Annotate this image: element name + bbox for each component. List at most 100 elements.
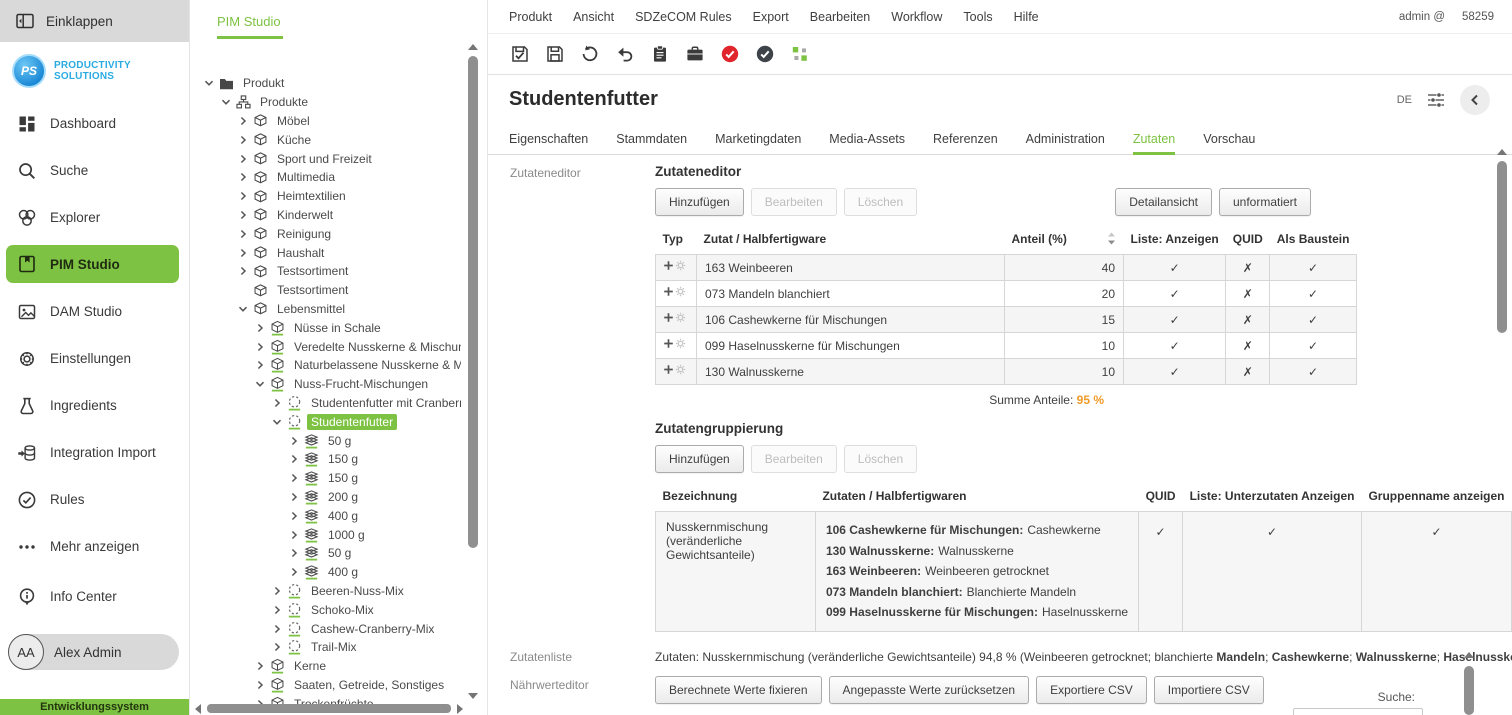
tree-node-beeren-nuss-mix[interactable]: Beeren-Nuss-Mix [194,582,461,601]
sidebar-item-einstellungen[interactable]: Einstellungen [0,335,189,382]
tree-node-lebensmittel[interactable]: Lebensmittel [194,300,461,319]
unformatiert-button[interactable]: unformatiert [1219,188,1311,216]
tree-node-produkt[interactable]: Produkt [194,74,461,93]
ingredient-row-073-mandeln-blanchiert[interactable]: 073 Mandeln blanchiert20✓✗✓ [656,281,1357,307]
scroll-up-arrow[interactable] [468,44,478,50]
ingredient-row-130-walnusskerne[interactable]: 130 Walnusskerne10✓✗✓ [656,359,1357,385]
menu-tools[interactable]: Tools [963,10,992,24]
tree-vertical-scrollbar[interactable] [467,44,479,699]
sidebar-item-explorer[interactable]: Explorer [0,194,189,241]
chevron-down-icon[interactable] [219,95,233,109]
grouping-row[interactable]: Nusskernmischung (veränderliche Gewichts… [656,512,1512,632]
tree-node-saaten-getreide-sonstiges[interactable]: Saaten, Getreide, Sonstiges [194,676,461,695]
tab-referenzen[interactable]: Referenzen [933,126,998,155]
scroll-left-arrow[interactable] [195,704,201,714]
ingredient-row-099-haselnusskerne-für-mischungen[interactable]: 099 Haselnusskerne für Mischungen10✓✗✓ [656,333,1357,359]
sidebar-item-pim-studio[interactable]: PIM Studio [6,245,179,283]
tree-node-reinigung[interactable]: Reinigung [194,224,461,243]
tree-node-produkte[interactable]: Produkte [194,93,461,112]
chevron-right-icon[interactable] [236,264,250,278]
chevron-right-icon[interactable] [253,659,267,673]
tree-node-testsortiment[interactable]: Testsortiment [194,262,461,281]
tree-node-nüsse-in-schale[interactable]: Nüsse in Schale [194,318,461,337]
chevron-right-icon[interactable] [270,603,284,617]
chevron-right-icon[interactable] [287,528,301,542]
sidebar-item-dashboard[interactable]: Dashboard [0,100,189,147]
tree-horizontal-scrollbar[interactable] [195,703,463,714]
tree-node-multimedia[interactable]: Multimedia [194,168,461,187]
sidebar-item-rules[interactable]: Rules [0,476,189,523]
sidebar-item-integration-import[interactable]: Integration Import [0,429,189,476]
scrollbar-thumb[interactable] [1497,161,1507,333]
tree-node-veredelte-nusskerne-mischungen[interactable]: Veredelte Nusskerne & Mischungen [194,337,461,356]
scroll-right-arrow[interactable] [457,704,463,714]
sidebar-item-mehr-anzeigen[interactable]: Mehr anzeigen [0,523,189,570]
menu-sdzecom-rules[interactable]: SDZeCOM Rules [635,10,732,24]
tree-node-kinderwelt[interactable]: Kinderwelt [194,206,461,225]
chevron-right-icon[interactable] [270,584,284,598]
chevron-right-icon[interactable] [287,546,301,560]
menu-ansicht[interactable]: Ansicht [573,10,614,24]
tree-node-naturbelassene-nusskerne-mischungen[interactable]: Naturbelassene Nusskerne & Mischungen [194,356,461,375]
importiere-csv-button[interactable]: Importiere CSV [1154,676,1264,704]
bearbeiten-button[interactable]: Bearbeiten [751,445,837,473]
status-ok-button[interactable] [753,43,776,66]
tree-node-200-g[interactable]: 200 g [194,488,461,507]
chevron-right-icon[interactable] [236,208,250,222]
scroll-up-arrow[interactable] [1464,652,1474,658]
scroll-down-arrow[interactable] [468,693,478,699]
chevron-right-icon[interactable] [287,565,301,579]
scrollbar-thumb[interactable] [207,704,451,713]
search-input[interactable] [1293,708,1423,715]
col-anteil[interactable]: Anteil (%) [1005,228,1124,255]
tree-node-schoko-mix[interactable]: Schoko-Mix [194,600,461,619]
chevron-right-icon[interactable] [270,622,284,636]
exportiere-csv-button[interactable]: Exportiere CSV [1036,676,1147,704]
tree-node-küche[interactable]: Küche [194,130,461,149]
tree-node-möbel[interactable]: Möbel [194,112,461,131]
tree-node-nuss-frucht-mischungen[interactable]: Nuss-Frucht-Mischungen [194,375,461,394]
menu-workflow[interactable]: Workflow [891,10,942,24]
chevron-down-icon[interactable] [270,415,284,429]
main-vertical-scrollbar[interactable] [1496,149,1508,709]
chevron-right-icon[interactable] [287,434,301,448]
tree-node-haushalt[interactable]: Haushalt [194,243,461,262]
chevron-down-icon[interactable] [253,377,267,391]
tree-node-studentenfutter[interactable]: Studentenfutter [194,412,461,431]
chevron-right-icon[interactable] [270,396,284,410]
tab-media-assets[interactable]: Media-Assets [829,126,905,155]
briefcase-button[interactable] [683,43,706,66]
berechnete-werte-fixieren-button[interactable]: Berechnete Werte fixieren [655,676,822,704]
chevron-right-icon[interactable] [236,170,250,184]
user-menu[interactable]: AA Alex Admin [8,634,179,670]
menu-export[interactable]: Export [753,10,789,24]
language-selector[interactable]: DE [1397,94,1412,106]
scrollbar-thumb[interactable] [468,56,478,548]
sidebar-item-dam-studio[interactable]: DAM Studio [0,288,189,335]
tree-node-50-g[interactable]: 50 g [194,544,461,563]
status-error-button[interactable] [718,43,741,66]
chevron-right-icon[interactable] [253,340,267,354]
ingredient-row-106-cashewkerne-für-mischungen[interactable]: 106 Cashewkerne für Mischungen15✓✗✓ [656,307,1357,333]
tree-node-heimtextilien[interactable]: Heimtextilien [194,187,461,206]
tab-administration[interactable]: Administration [1026,126,1105,155]
sidebar-item-info-center[interactable]: Info Center [0,573,189,620]
tab-zutaten[interactable]: Zutaten [1133,126,1175,155]
chevron-right-icon[interactable] [287,509,301,523]
tab-vorschau[interactable]: Vorschau [1203,126,1255,155]
refresh-button[interactable] [578,43,601,66]
chevron-right-icon[interactable] [253,678,267,692]
structure-button[interactable] [788,43,811,66]
save-all-button[interactable] [508,43,531,66]
chevron-right-icon[interactable] [236,152,250,166]
back-button[interactable] [1460,85,1490,115]
sliders-icon[interactable] [1427,92,1445,108]
chevron-right-icon[interactable] [236,189,250,203]
chevron-right-icon[interactable] [236,114,250,128]
tree-node-testsortiment[interactable]: Testsortiment [194,281,461,300]
sidebar-item-suche[interactable]: Suche [0,147,189,194]
chevron-right-icon[interactable] [236,227,250,241]
tree-node-sport-und-freizeit[interactable]: Sport und Freizeit [194,149,461,168]
tab-eigenschaften[interactable]: Eigenschaften [509,126,588,155]
tree-node-150-g[interactable]: 150 g [194,469,461,488]
